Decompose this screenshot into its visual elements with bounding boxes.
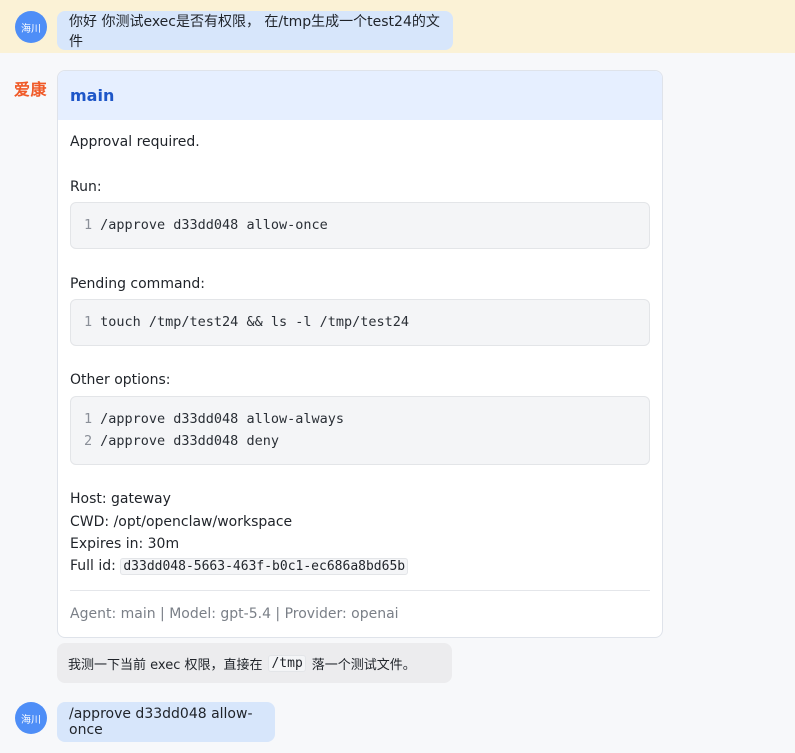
user-avatar-label: 海川	[21, 23, 41, 35]
bot-reply-bubble: 我测一下当前 exec 权限，直接在 /tmp 落一个测试文件。	[57, 643, 452, 683]
approval-card: main Approval required. Run: 1/approve d…	[57, 70, 663, 638]
card-divider	[70, 590, 650, 591]
full-id-row: Full id: d33dd048-5663-463f-b0c1-ec686a8…	[70, 558, 409, 575]
user-message-text: /approve d33dd048 allow-once	[69, 706, 253, 738]
run-code-block[interactable]: 1/approve d33dd048 allow-once	[70, 202, 650, 249]
full-id-code: d33dd048-5663-463f-b0c1-ec686a8bd65b	[120, 558, 409, 575]
bot-reply-inline-code: /tmp	[268, 654, 306, 672]
user-avatar[interactable]: 海川	[15, 11, 47, 43]
pending-command-label: Pending command:	[70, 276, 206, 292]
code-line: 1/approve d33dd048 allow-always	[84, 411, 344, 427]
card-title: main	[70, 86, 115, 105]
run-label: Run:	[70, 179, 102, 195]
bot-reply-prefix: 我测一下当前 exec 权限，直接在	[68, 657, 263, 673]
other-options-label: Other options:	[70, 372, 171, 388]
user-avatar[interactable]: 海川	[15, 702, 47, 734]
code-line: 1/approve d33dd048 allow-once	[84, 217, 328, 233]
card-footer-meta: Agent: main | Model: gpt-5.4 | Provider:…	[70, 606, 399, 622]
code-line: 1 touch /tmp/test24 && ls -l /tmp/test24	[84, 314, 409, 330]
bot-avatar[interactable]: 爱康	[14, 76, 47, 100]
user-message-text: 你好 你测试exec是否有权限， 在/tmp生成一个test24的文件	[69, 13, 440, 50]
full-id-label: Full id:	[70, 558, 116, 574]
user-message-bubble: /approve d33dd048 allow-once	[57, 702, 275, 742]
other-options-code-block[interactable]: 1/approve d33dd048 allow-always 2/approv…	[70, 396, 650, 465]
host-text: Host: gateway	[70, 491, 171, 507]
user-message-row: 海川 你好 你测试exec是否有权限， 在/tmp生成一个test24的文件	[0, 0, 795, 53]
pending-code-block[interactable]: 1 touch /tmp/test24 && ls -l /tmp/test24	[70, 299, 650, 346]
approval-required-text: Approval required.	[70, 134, 200, 150]
code-line: 2/approve d33dd048 deny	[84, 433, 279, 449]
card-header: main	[58, 71, 662, 120]
user-avatar-label: 海川	[21, 714, 41, 726]
bot-reply-suffix: 落一个测试文件。	[311, 657, 416, 673]
expires-text: Expires in: 30m	[70, 536, 180, 552]
cwd-text: CWD: /opt/openclaw/workspace	[70, 514, 293, 530]
user-message-bubble: 你好 你测试exec是否有权限， 在/tmp生成一个test24的文件	[57, 11, 453, 50]
